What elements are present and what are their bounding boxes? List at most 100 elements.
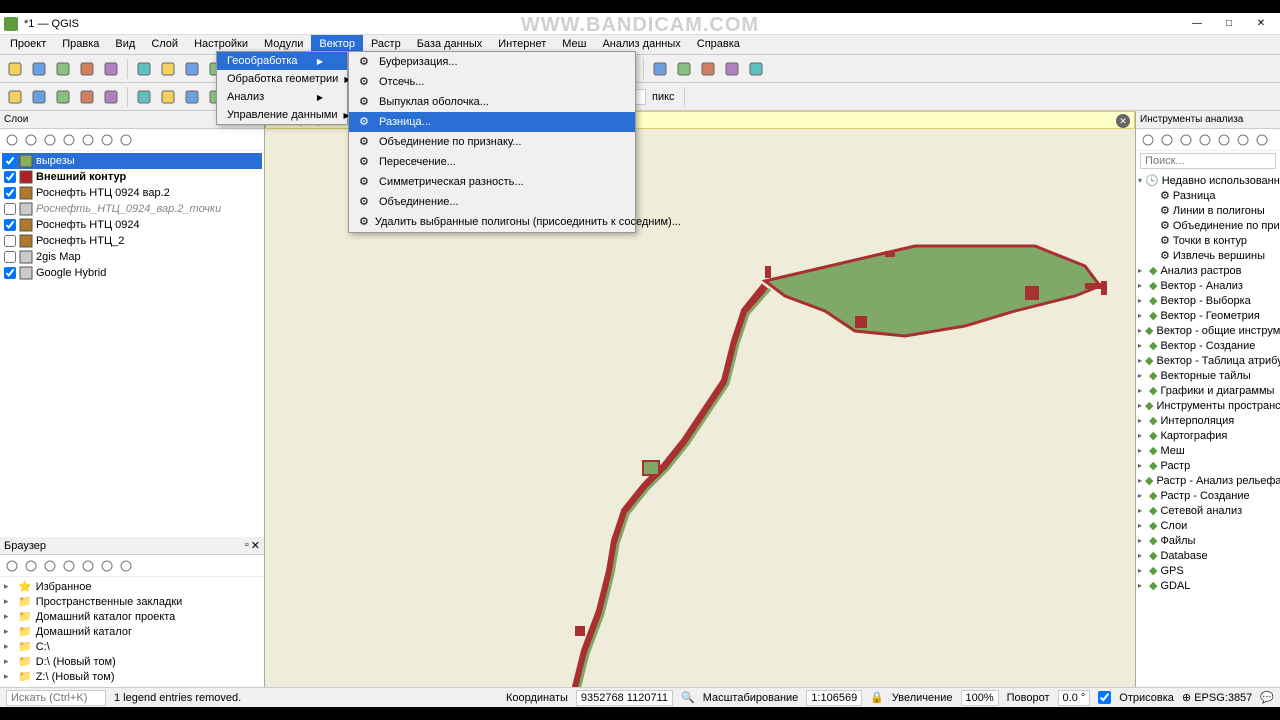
geoprocessing-item[interactable]: ⚙Буферизация... xyxy=(349,52,635,72)
vector-menu-item[interactable]: Анализ▶ xyxy=(217,88,347,106)
zoom-value[interactable]: 100% xyxy=(961,690,999,706)
analysis-group[interactable]: ▸◆Сетевой анализ xyxy=(1138,503,1278,518)
analysis-recent-item[interactable]: ⚙Линии в полигоны xyxy=(1138,203,1278,218)
vector-menu-dropdown[interactable]: Геообработка▶Обработка геометрии▶Анализ▶… xyxy=(216,51,348,125)
browser-tb-btn-5[interactable] xyxy=(99,558,115,574)
locator-input[interactable] xyxy=(6,690,106,706)
toolbar-button-29[interactable] xyxy=(745,58,767,80)
toolbar-button-4[interactable] xyxy=(100,86,122,108)
analysis-group[interactable]: ▸◆Вектор - Геометрия xyxy=(1138,308,1278,323)
analysis-group[interactable]: ▸◆Анализ растров xyxy=(1138,263,1278,278)
toolbar-button-2[interactable] xyxy=(52,58,74,80)
close-button[interactable]: ✕ xyxy=(1246,15,1276,33)
analysis-group[interactable]: ▸◆GDAL xyxy=(1138,578,1278,593)
geoprocessing-item[interactable]: ⚙Пересечение... xyxy=(349,152,635,172)
analysis-tree[interactable]: ▾🕓Недавно использованные⚙Разница⚙Линии в… xyxy=(1136,171,1280,687)
expand-icon[interactable]: ▸ xyxy=(4,581,14,592)
geoprocessing-item[interactable]: ⚙Объединение... xyxy=(349,192,635,212)
analysis-group[interactable]: ▸◆Картография xyxy=(1138,428,1278,443)
analysis-group[interactable]: ▸◆Вектор - Выборка xyxy=(1138,293,1278,308)
menu-правка[interactable]: Правка xyxy=(54,35,107,54)
browser-item[interactable]: ▸📁Домашний каталог проекта xyxy=(4,609,260,624)
toolbar-button-25[interactable] xyxy=(649,58,671,80)
layer-row[interactable]: Роснефть_НТЦ_0924_вар.2_точки xyxy=(2,201,262,217)
analysis-group[interactable]: ▸◆Растр xyxy=(1138,458,1278,473)
analysis-group[interactable]: ▸◆Растр - Создание xyxy=(1138,488,1278,503)
analysis-group[interactable]: ▸◆Инструменты пространствен... xyxy=(1138,398,1278,413)
menu-вид[interactable]: Вид xyxy=(107,35,143,54)
analysis-tb-btn-4[interactable] xyxy=(1216,132,1232,148)
path-bar-close-icon[interactable]: ✕ xyxy=(1116,114,1130,128)
layer-visibility-checkbox[interactable] xyxy=(4,235,16,247)
analysis-tb-btn-1[interactable] xyxy=(1159,132,1175,148)
analysis-group[interactable]: ▸◆Вектор - Создание xyxy=(1138,338,1278,353)
messages-icon[interactable]: 💬 xyxy=(1260,691,1274,704)
analysis-group[interactable]: ▸◆GPS xyxy=(1138,563,1278,578)
scale-value[interactable]: 1:106569 xyxy=(806,690,862,706)
menu-справка[interactable]: Справка xyxy=(689,35,748,54)
expand-icon[interactable]: ▸ xyxy=(4,641,14,652)
layer-row[interactable]: Роснефть НТЦ_2 xyxy=(2,233,262,249)
geoprocessing-item[interactable]: ⚙Отсечь... xyxy=(349,72,635,92)
coord-value[interactable]: 9352768 1120711 xyxy=(576,690,673,706)
layers-tb-btn-1[interactable] xyxy=(23,132,39,148)
expand-icon[interactable]: ▸ xyxy=(4,656,14,667)
toolbar-button-3[interactable] xyxy=(76,58,98,80)
browser-item[interactable]: ▸📁Домашний каталог xyxy=(4,624,260,639)
analysis-group[interactable]: ▸◆Вектор - Анализ xyxy=(1138,278,1278,293)
analysis-group[interactable]: ▸◆Вектор - общие инструменты xyxy=(1138,323,1278,338)
browser-list[interactable]: ▸⭐Избранное▸📁Пространственные закладки▸📁… xyxy=(0,577,264,687)
analysis-group[interactable]: ▸◆Слои xyxy=(1138,518,1278,533)
analysis-group[interactable]: ▸◆Интерполяция xyxy=(1138,413,1278,428)
analysis-group[interactable]: ▸◆Графики и диаграммы xyxy=(1138,383,1278,398)
analysis-tb-btn-6[interactable] xyxy=(1254,132,1270,148)
browser-item[interactable]: ▸📁Пространственные закладки xyxy=(4,594,260,609)
maximize-button[interactable]: □ xyxy=(1214,15,1244,33)
analysis-tb-btn-5[interactable] xyxy=(1235,132,1251,148)
layer-row[interactable]: 2gis Map xyxy=(2,249,262,265)
toolbar-button-0[interactable] xyxy=(4,86,26,108)
layers-tb-btn-2[interactable] xyxy=(42,132,58,148)
toolbar-button-5[interactable] xyxy=(133,58,155,80)
analysis-tb-btn-0[interactable] xyxy=(1140,132,1156,148)
layer-visibility-checkbox[interactable] xyxy=(4,219,16,231)
browser-item[interactable]: ▸⭐Избранное xyxy=(4,579,260,594)
toolbar-button-5[interactable] xyxy=(133,86,155,108)
expand-icon[interactable]: ▸ xyxy=(4,596,14,607)
browser-item[interactable]: ▸📁Z:\ (Новый том) xyxy=(4,669,260,684)
layer-row[interactable]: Роснефть НТЦ 0924 вар.2 xyxy=(2,185,262,201)
layers-tb-btn-6[interactable] xyxy=(118,132,134,148)
layer-visibility-checkbox[interactable] xyxy=(4,171,16,183)
analysis-recent-item[interactable]: ⚙Разница xyxy=(1138,188,1278,203)
analysis-recent-item[interactable]: ⚙Извлечь вершины xyxy=(1138,248,1278,263)
toolbar-button-3[interactable] xyxy=(76,86,98,108)
geoprocessing-item[interactable]: ⚙Разница... xyxy=(349,112,635,132)
render-checkbox[interactable] xyxy=(1098,691,1111,704)
analysis-recent-group[interactable]: ▾🕓Недавно использованные xyxy=(1138,173,1278,188)
analysis-tb-btn-2[interactable] xyxy=(1178,132,1194,148)
layer-visibility-checkbox[interactable] xyxy=(4,187,16,199)
analysis-group[interactable]: ▸◆Database xyxy=(1138,548,1278,563)
expand-icon[interactable]: ▸ xyxy=(4,611,14,622)
analysis-group[interactable]: ▸◆Растр - Анализ рельефа xyxy=(1138,473,1278,488)
toolbar-button-2[interactable] xyxy=(52,86,74,108)
layers-tb-btn-0[interactable] xyxy=(4,132,20,148)
rotation-value[interactable]: 0.0 ° xyxy=(1058,690,1091,706)
toolbar-button-6[interactable] xyxy=(157,86,179,108)
toolbar-button-28[interactable] xyxy=(721,58,743,80)
vector-menu-item[interactable]: Обработка геометрии▶ xyxy=(217,70,347,88)
browser-tb-btn-1[interactable] xyxy=(23,558,39,574)
toolbar-button-26[interactable] xyxy=(673,58,695,80)
crs-button[interactable]: ⊕ EPSG:3857 xyxy=(1182,691,1252,704)
analysis-tb-btn-3[interactable] xyxy=(1197,132,1213,148)
menu-слой[interactable]: Слой xyxy=(143,35,186,54)
minimize-button[interactable]: — xyxy=(1182,15,1212,33)
layers-tb-btn-5[interactable] xyxy=(99,132,115,148)
layer-visibility-checkbox[interactable] xyxy=(4,155,16,167)
toolbar-button-7[interactable] xyxy=(181,86,203,108)
toolbar-button-1[interactable] xyxy=(28,58,50,80)
toolbar-button-0[interactable] xyxy=(4,58,26,80)
layers-list[interactable]: вырезыВнешний контурРоснефть НТЦ 0924 ва… xyxy=(0,151,264,537)
browser-item[interactable]: ▸📁C:\ xyxy=(4,639,260,654)
toolbar-button-6[interactable] xyxy=(157,58,179,80)
